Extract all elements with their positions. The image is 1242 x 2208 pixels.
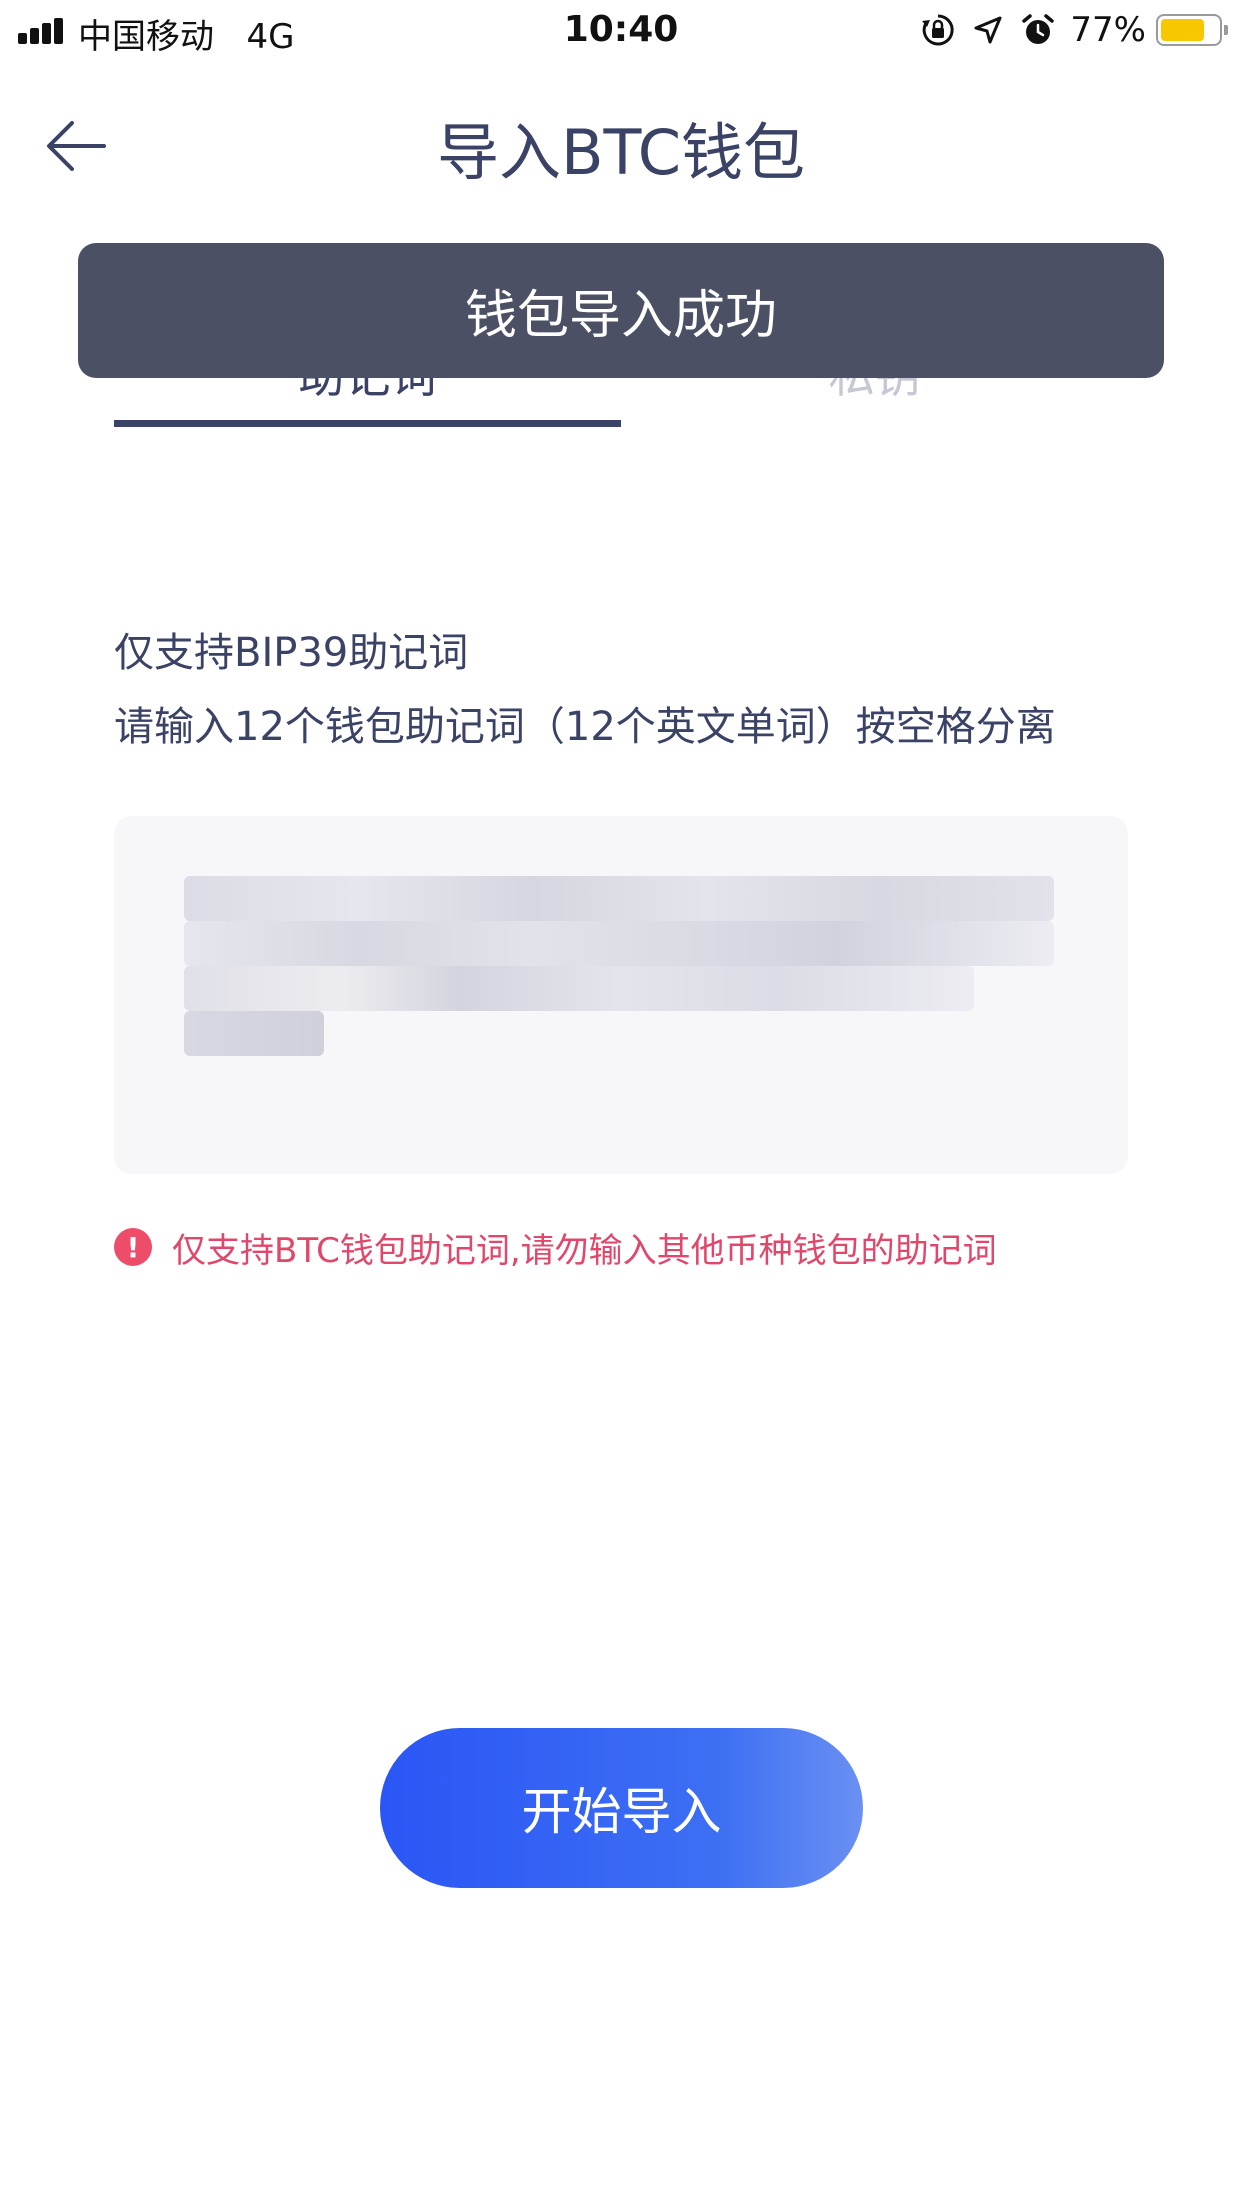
- status-bar: 中国移动 4G 10:40 77%: [0, 0, 1242, 62]
- warning-message: ! 仅支持BTC钱包助记词,请勿输入其他币种钱包的助记词: [114, 1226, 997, 1271]
- start-import-button[interactable]: 开始导入: [380, 1728, 863, 1888]
- nav-bar: 导入BTC钱包: [0, 62, 1242, 232]
- redacted-mnemonic-line-1: [184, 876, 1054, 921]
- redacted-mnemonic-line-2: [184, 921, 1054, 966]
- warning-icon: !: [114, 1228, 152, 1266]
- battery-percent: 77%: [1070, 10, 1146, 50]
- orientation-lock-icon: [920, 12, 956, 48]
- battery-icon: [1156, 14, 1228, 46]
- toast-message: 钱包导入成功: [464, 286, 777, 346]
- alarm-icon: [1020, 12, 1056, 48]
- toast-success: 钱包导入成功: [78, 243, 1164, 378]
- tab-active-indicator: [114, 420, 621, 427]
- warning-text: 仅支持BTC钱包助记词,请勿输入其他币种钱包的助记词: [172, 1230, 997, 1271]
- mnemonic-input[interactable]: [114, 816, 1128, 1174]
- hint-bip39: 仅支持BIP39助记词: [114, 630, 469, 676]
- hint-input-instruction: 请输入12个钱包助记词（12个英文单词）按空格分离: [114, 704, 1056, 750]
- battery-fill: [1161, 19, 1204, 41]
- location-icon: [970, 12, 1006, 48]
- page-title: 导入BTC钱包: [436, 116, 806, 189]
- redacted-mnemonic-line-4: [184, 1011, 324, 1056]
- battery-cap: [1224, 25, 1228, 35]
- status-right-group: 77%: [920, 8, 1228, 52]
- redacted-mnemonic-line-3: [184, 966, 974, 1011]
